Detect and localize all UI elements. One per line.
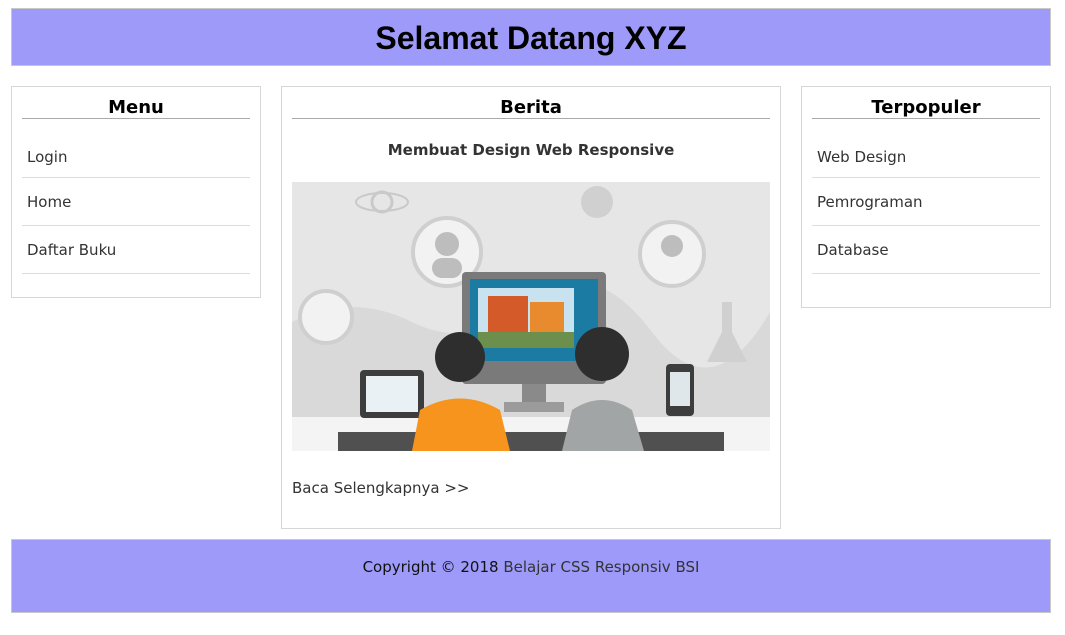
read-more-link[interactable]: Baca Selengkapnya >>: [292, 479, 469, 497]
menu-list: Login Home Daftar Buku: [22, 119, 250, 274]
copyright-text: Copyright © 2018: [362, 558, 499, 576]
menu-panel: Menu Login Home Daftar Buku: [11, 86, 261, 298]
popular-panel: Terpopuler Web Design Pemrograman Databa…: [801, 86, 1051, 308]
news-panel: Berita Membuat Design Web Responsive Bac: [281, 86, 781, 529]
news-heading: Berita: [292, 87, 770, 119]
site-header: Selamat Datang XYZ: [11, 8, 1051, 66]
page-title: Selamat Datang XYZ: [375, 20, 687, 56]
popular-item-database[interactable]: Database: [812, 226, 1040, 274]
menu-item-login[interactable]: Login: [22, 119, 250, 178]
popular-item-pemrograman[interactable]: Pemrograman: [812, 178, 1040, 226]
site-footer: Copyright © 2018 Belajar CSS Responsiv B…: [11, 539, 1051, 613]
news-illustration: [292, 182, 770, 451]
popular-heading: Terpopuler: [812, 87, 1040, 119]
popular-item-web-design[interactable]: Web Design: [812, 119, 1040, 178]
news-article-title: Membuat Design Web Responsive: [387, 141, 675, 159]
menu-item-home[interactable]: Home: [22, 178, 250, 226]
footer-text: Copyright © 2018 Belajar CSS Responsiv B…: [12, 540, 1050, 576]
popular-list: Web Design Pemrograman Database: [812, 119, 1040, 274]
menu-heading: Menu: [22, 87, 250, 119]
footer-link[interactable]: Belajar CSS Responsiv BSI: [503, 558, 699, 576]
menu-item-daftar-buku[interactable]: Daftar Buku: [22, 226, 250, 274]
